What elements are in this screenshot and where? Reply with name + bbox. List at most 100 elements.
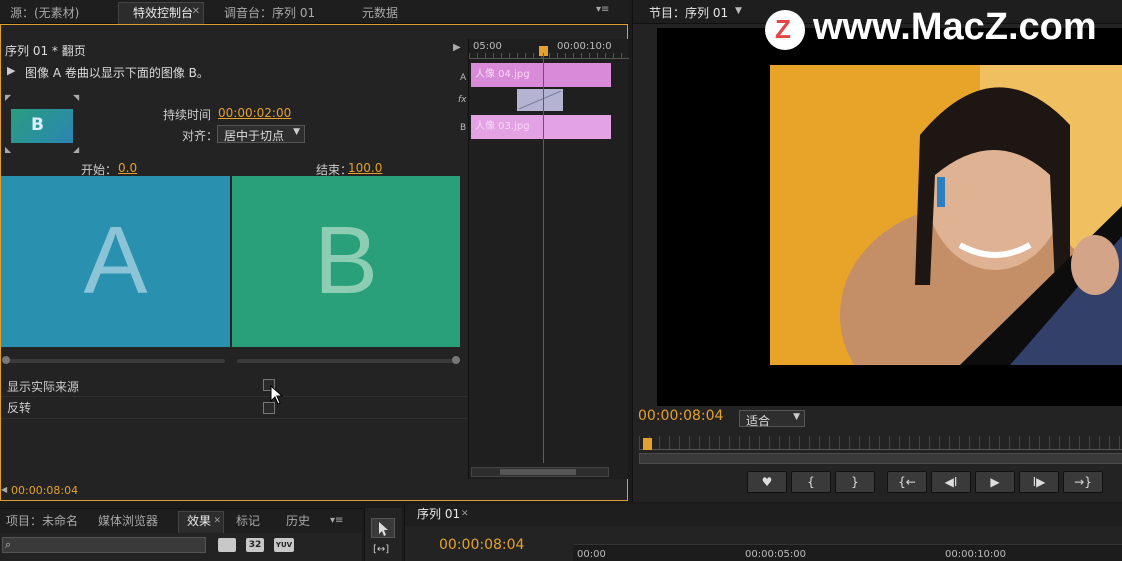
playhead-marker-icon[interactable] xyxy=(643,438,652,450)
tab-metadata[interactable]: 元数据 xyxy=(356,3,404,23)
track-fx-icon: fx xyxy=(458,95,467,105)
mark-in-button[interactable]: { xyxy=(791,471,831,493)
mini-timeline: 05:00 00:00:10:0 A fx B 人像 04.jpg 人像 03.… xyxy=(458,39,629,479)
align-label: 对齐： xyxy=(182,129,219,143)
sequence-tab-bar: 序列 01 ✕ xyxy=(405,504,1122,526)
slider-handle-icon[interactable] xyxy=(2,356,10,364)
sequence-timecode[interactable]: 00:00:08:04 xyxy=(439,537,524,553)
effect-header: 序列 01 * 翻页 ▶ xyxy=(1,39,468,59)
start-value[interactable]: 0.0 xyxy=(118,161,137,175)
program-timecode[interactable]: 00:00:08:04 xyxy=(638,408,723,424)
description-row: ▶ 图像 A 卷曲以显示下面的图像 B。 xyxy=(1,61,468,81)
letter-a: A xyxy=(83,207,148,314)
timeline-ruler-start: 05:00 xyxy=(473,41,502,52)
go-to-in-button[interactable]: {← xyxy=(887,471,927,493)
video-frame-image xyxy=(770,65,1122,365)
program-time-ruler[interactable] xyxy=(639,436,1122,450)
start-slider[interactable] xyxy=(2,356,225,364)
play-preview-icon[interactable]: ▶ xyxy=(453,42,461,53)
corner-marker-icon: ◣ xyxy=(5,145,12,154)
reverse-label: 反转 xyxy=(7,401,32,415)
playhead-line xyxy=(543,53,544,463)
end-preview-b: B xyxy=(232,176,460,347)
step-forward-button[interactable]: I▶ xyxy=(1019,471,1059,493)
selection-arrow-icon xyxy=(379,522,388,536)
tab-effects[interactable]: 效果 xyxy=(181,511,217,531)
chevron-down-icon: ▼ xyxy=(293,127,300,137)
track-b-label: B xyxy=(460,123,467,133)
tab-sequence[interactable]: 序列 01 xyxy=(411,504,466,524)
sequence-title: 序列 01 * 翻页 xyxy=(5,44,86,58)
align-dropdown-value: 居中于切点 xyxy=(224,129,285,143)
scroll-thumb[interactable] xyxy=(500,469,576,475)
start-preview-a: A xyxy=(1,176,230,347)
ruler-tick-1: 00:00:05:00 xyxy=(745,549,807,560)
tab-audio-mixer[interactable]: 调音台：序列 01 xyxy=(218,3,321,23)
end-slider[interactable] xyxy=(237,356,460,364)
play-indicator-icon: ◀ xyxy=(1,485,8,494)
tab-close-icon[interactable]: ✕ xyxy=(192,6,200,17)
expand-arrow-icon[interactable]: ▶ xyxy=(7,64,15,77)
end-value[interactable]: 100.0 xyxy=(348,161,382,175)
tools-panel: [↔] xyxy=(364,508,402,561)
slider-handle-icon[interactable] xyxy=(452,356,460,364)
program-zoom-bar[interactable] xyxy=(639,453,1122,464)
sequence-ruler[interactable]: 00:00 00:00:05:00 00:00:10:00 xyxy=(573,544,1122,561)
watermark-logo: Z xyxy=(765,10,805,50)
clip-a[interactable]: 人像 04.jpg xyxy=(471,63,611,87)
track-a-label: A xyxy=(460,73,467,83)
letter-b: B xyxy=(313,207,379,314)
show-sources-row: 显示实际来源 xyxy=(1,375,468,397)
timeline-scrollbar[interactable] xyxy=(471,467,609,477)
clip-b-label: 人像 03.jpg xyxy=(475,121,530,132)
transition-clip[interactable] xyxy=(517,89,563,111)
transition-diagonal-icon xyxy=(518,90,562,110)
tab-source[interactable]: 源：(无素材) xyxy=(4,3,85,23)
timeline-ruler-end: 00:00:10:0 xyxy=(557,41,612,52)
yuv-effects-icon[interactable]: YUV xyxy=(274,538,294,552)
ruler-tick-0: 00:00 xyxy=(577,549,606,560)
corner-marker-icon: ◤ xyxy=(5,93,12,102)
chevron-down-icon: ▼ xyxy=(793,412,800,422)
tab-close-icon[interactable]: ✕ xyxy=(461,509,469,519)
tab-media-browser[interactable]: 媒体浏览器 xyxy=(92,511,164,531)
selection-tool[interactable] xyxy=(371,518,395,538)
tab-markers[interactable]: 标记 xyxy=(230,511,266,531)
clip-a-label: 人像 04.jpg xyxy=(475,69,530,80)
tab-effect-controls[interactable]: 特效控制台 xyxy=(127,3,199,23)
effects-search-input[interactable]: ⌕ xyxy=(2,537,206,553)
corner-marker-icon: ◢ xyxy=(73,145,80,154)
tab-effects-wrap[interactable]: 效果 ✕ xyxy=(178,511,224,533)
step-back-button[interactable]: ◀I xyxy=(931,471,971,493)
panel-menu-icon[interactable]: ▾≡ xyxy=(596,4,609,15)
track-select-tool-icon[interactable]: [↔] xyxy=(373,544,389,555)
add-marker-button[interactable]: ♥ xyxy=(747,471,787,493)
thumbnail-logo-icon: B xyxy=(31,115,44,135)
duration-value[interactable]: 00:00:02:00 xyxy=(218,106,291,120)
clip-b[interactable]: 人像 03.jpg xyxy=(471,115,611,139)
tab-close-icon[interactable]: ✕ xyxy=(213,516,221,526)
fit-dropdown-value: 适合 xyxy=(746,414,771,428)
logo-z-icon: Z xyxy=(775,14,791,44)
program-monitor: 节目：序列 01 ▼ Z www.MacZ.com 00:00:08:04 适合… xyxy=(632,0,1122,502)
transition-description: 图像 A 卷曲以显示下面的图像 B。 xyxy=(25,66,209,80)
tab-history[interactable]: 历史 xyxy=(280,511,316,531)
play-button[interactable]: ▶ xyxy=(975,471,1015,493)
32bit-effects-icon[interactable]: 32 xyxy=(246,538,264,552)
align-dropdown[interactable]: 居中于切点 ▼ xyxy=(217,125,305,143)
top-tab-bar: 源：(无素材) 特效控制台 ✕ 调音台：序列 01 元数据 ▾≡ xyxy=(0,0,630,24)
go-to-out-button[interactable]: →} xyxy=(1063,471,1103,493)
tab-program[interactable]: 节目：序列 01 xyxy=(643,3,734,23)
transition-thumbnail[interactable]: B xyxy=(11,109,73,143)
sequence-panel: 序列 01 ✕ 00:00:08:04 00:00 00:00:05:00 00… xyxy=(404,504,1122,561)
fit-dropdown[interactable]: 适合 ▼ xyxy=(739,410,805,428)
effect-timecode[interactable]: 00:00:08:04 xyxy=(11,484,78,497)
mark-out-button[interactable]: } xyxy=(835,471,875,493)
chevron-down-icon[interactable]: ▼ xyxy=(735,6,742,16)
corner-marker-icon: ◥ xyxy=(73,93,80,102)
accelerated-effects-icon[interactable] xyxy=(218,538,236,552)
tab-effect-controls-wrap[interactable]: 特效控制台 ✕ xyxy=(118,2,204,24)
panel-menu-icon[interactable]: ▾≡ xyxy=(330,515,343,526)
tab-project[interactable]: 项目：未命名 xyxy=(0,511,84,531)
timeline-ruler[interactable] xyxy=(469,53,629,59)
